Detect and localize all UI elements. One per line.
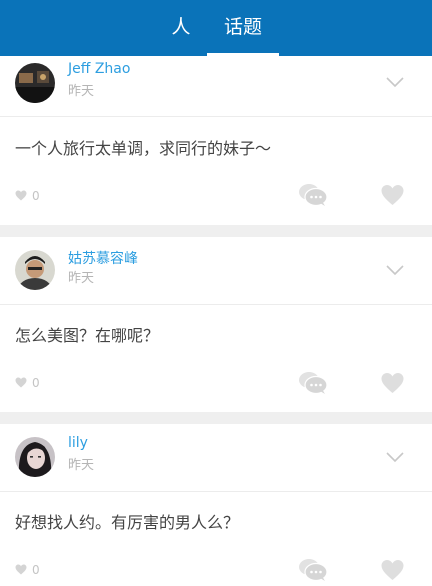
app: 人 话题 Jeff Zhao 昨天 一个人旅行太单调，求同行的妹子～ 0 姑苏慕… [0, 0, 432, 586]
comment-icon[interactable] [298, 558, 328, 582]
chevron-down-icon[interactable] [384, 75, 406, 89]
avatar[interactable] [15, 250, 55, 290]
avatar-image [15, 437, 55, 477]
like-count-value: 0 [32, 188, 40, 203]
chevron-down-icon[interactable] [384, 263, 406, 277]
like-count-value: 0 [32, 375, 40, 390]
avatar[interactable] [15, 437, 55, 477]
chevron-down-icon[interactable] [384, 450, 406, 464]
author-name[interactable]: 姑苏慕容峰 [68, 248, 138, 268]
avatar-image [15, 250, 55, 290]
author-name[interactable]: Jeff Zhao [68, 61, 130, 77]
active-tab-indicator [207, 53, 279, 56]
top-navigation-bar: 人 话题 [0, 0, 432, 56]
like-count: 0 [15, 188, 40, 203]
post-content[interactable]: 好想找人约。有厉害的男人么？ [15, 509, 239, 533]
tab-people[interactable]: 人 [158, 0, 204, 56]
tab-topics[interactable]: 话题 [207, 0, 279, 56]
divider [0, 491, 432, 492]
divider [0, 116, 432, 117]
comment-icon[interactable] [298, 183, 328, 207]
heart-icon[interactable] [380, 184, 405, 206]
small-heart-icon [15, 564, 27, 575]
post-card: lily 昨天 好想找人约。有厉害的男人么？ 0 [0, 424, 432, 586]
post-card: Jeff Zhao 昨天 一个人旅行太单调，求同行的妹子～ 0 [0, 42, 432, 225]
post-content[interactable]: 怎么美图？在哪呢？ [15, 322, 159, 346]
like-count: 0 [15, 375, 40, 390]
heart-icon[interactable] [380, 559, 405, 581]
post-header[interactable]: lily 昨天 [0, 424, 432, 484]
small-heart-icon [15, 190, 27, 201]
post-time: 昨天 [68, 458, 95, 473]
avatar-image [15, 63, 55, 103]
post-time: 昨天 [68, 271, 95, 286]
post-card: 姑苏慕容峰 昨天 怎么美图？在哪呢？ 0 [0, 237, 432, 412]
like-count: 0 [15, 562, 40, 577]
author-name[interactable]: lily [68, 435, 88, 451]
small-heart-icon [15, 377, 27, 388]
post-content[interactable]: 一个人旅行太单调，求同行的妹子～ [15, 135, 271, 159]
post-time: 昨天 [68, 84, 95, 99]
avatar[interactable] [15, 63, 55, 103]
post-header[interactable]: 姑苏慕容峰 昨天 [0, 237, 432, 297]
heart-icon[interactable] [380, 372, 405, 394]
like-count-value: 0 [32, 562, 40, 577]
comment-icon[interactable] [298, 371, 328, 395]
divider [0, 304, 432, 305]
